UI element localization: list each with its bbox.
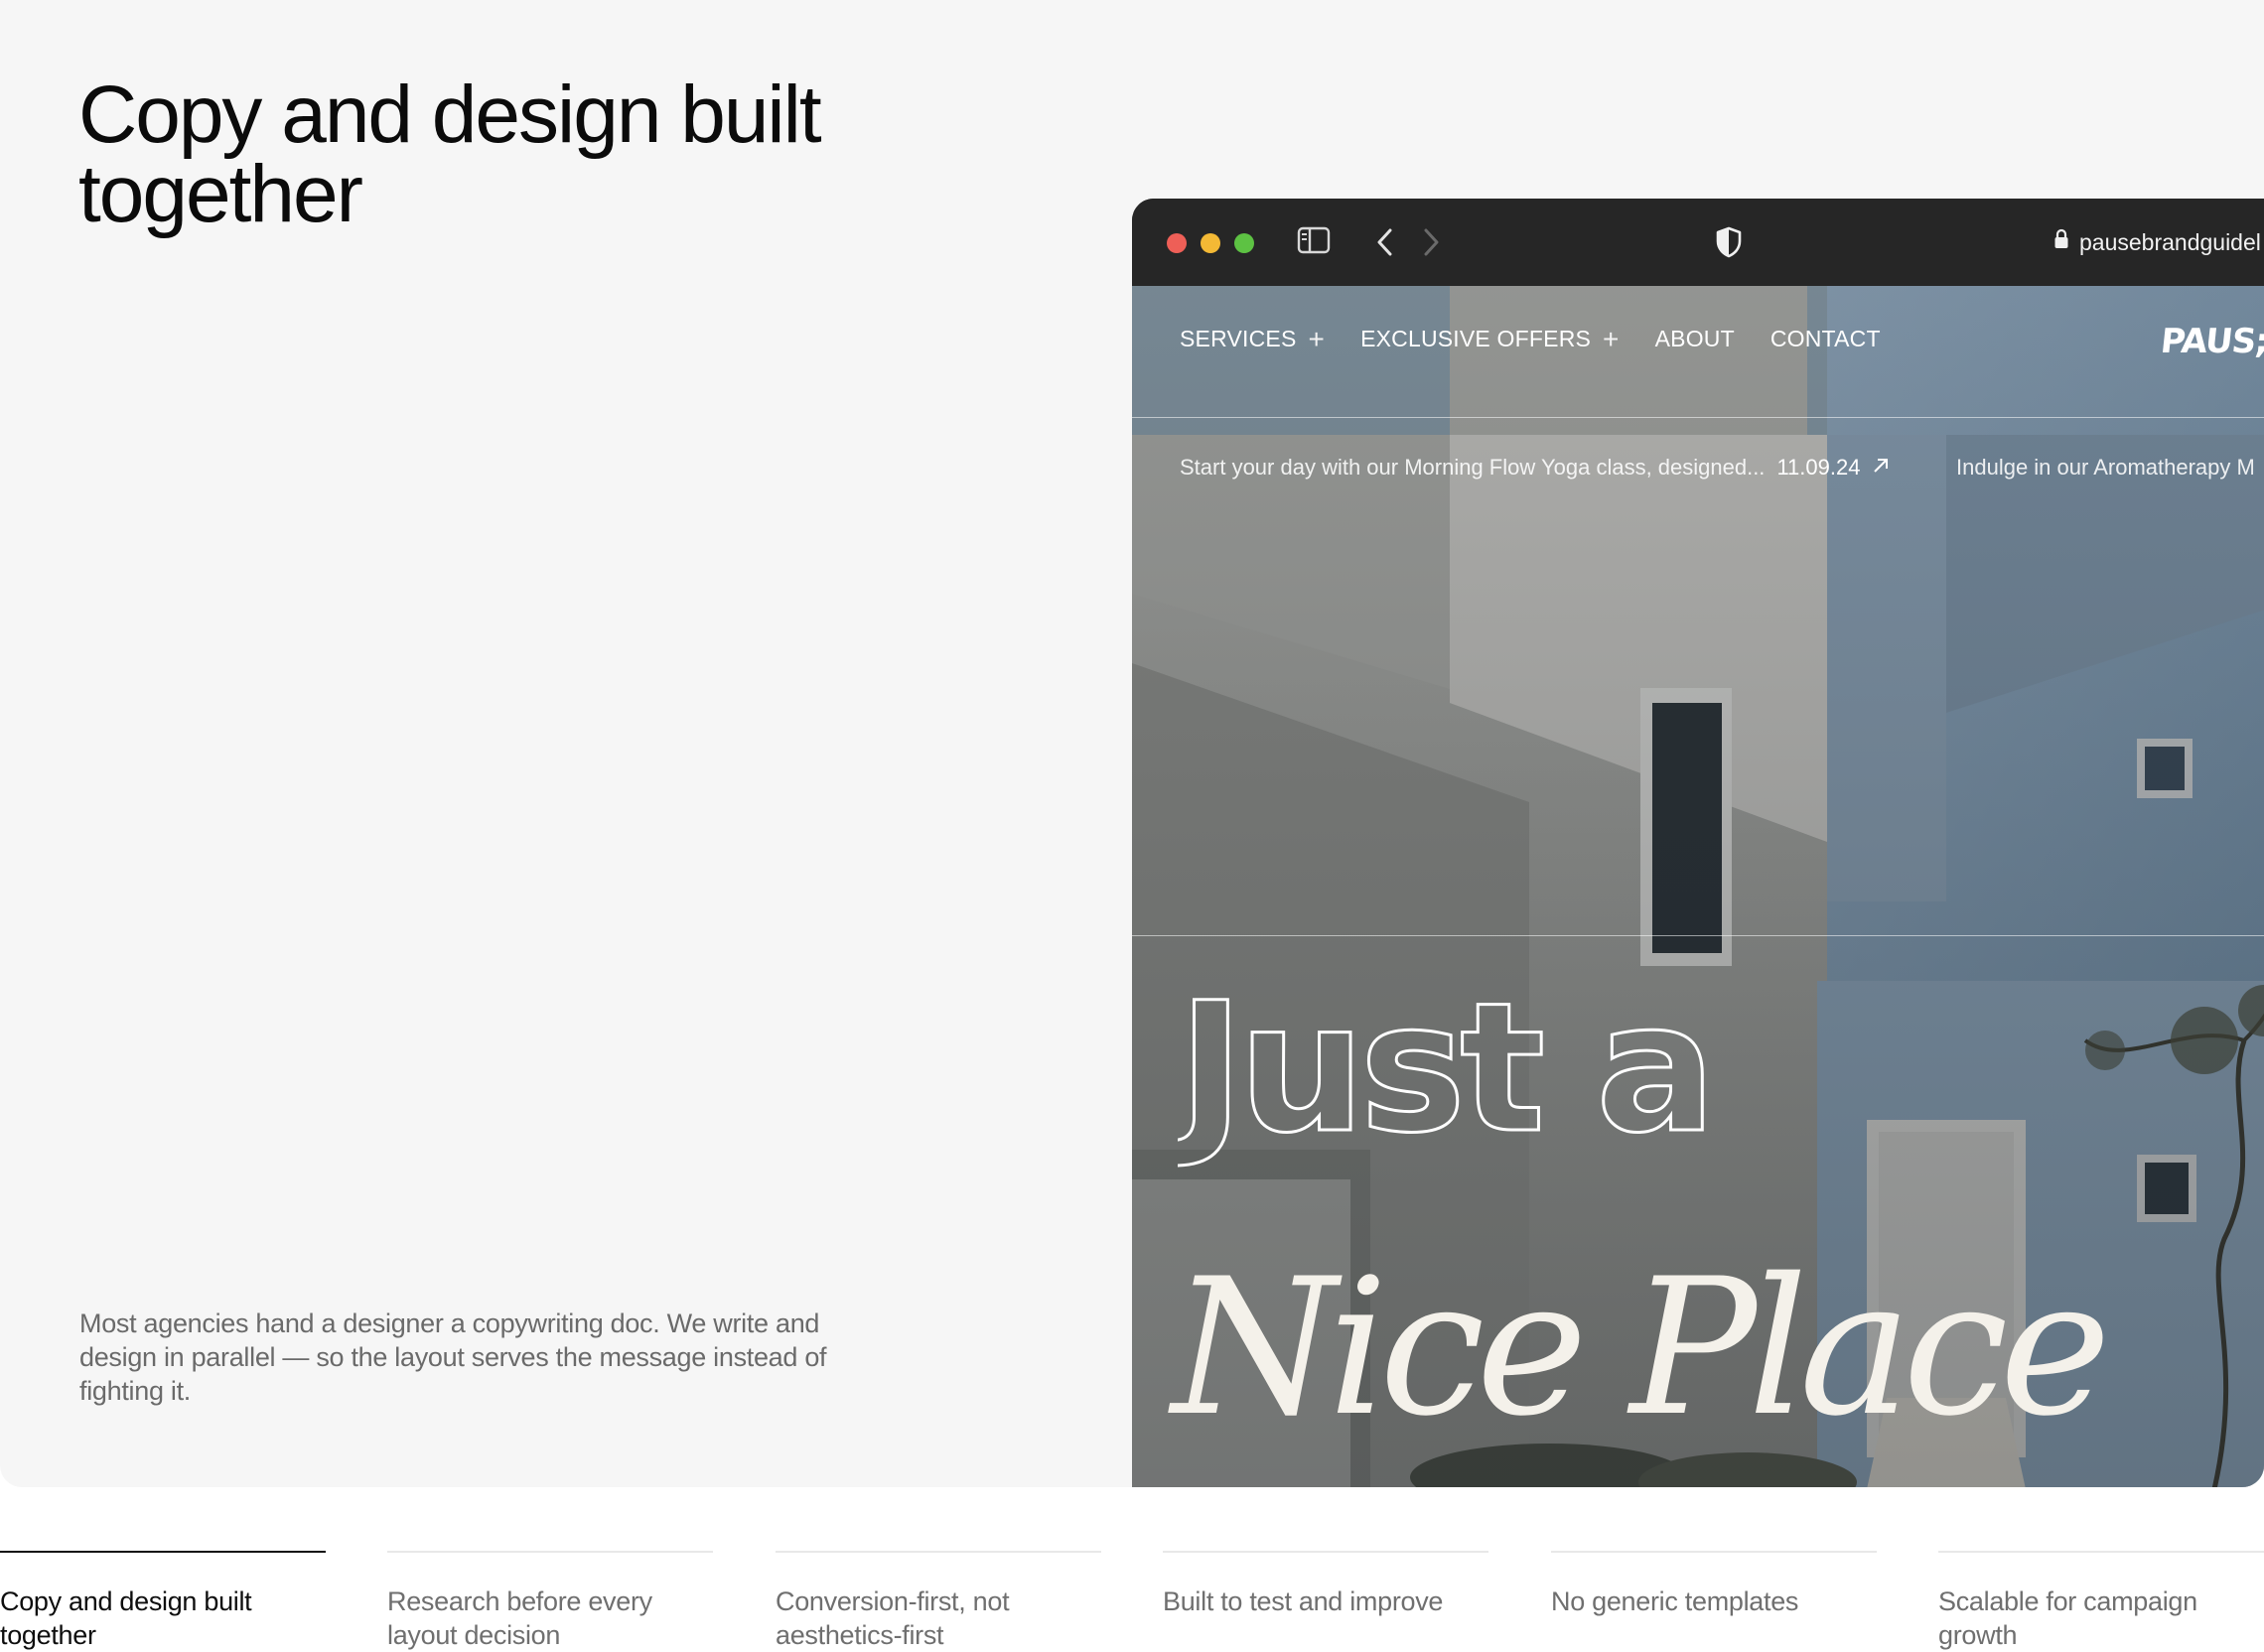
tab-indicator <box>0 1551 326 1553</box>
tab-no-generic-templates[interactable]: No generic templates <box>1551 1551 1877 1618</box>
hero-line-1: Just a <box>1178 971 1710 1170</box>
tab-scalable[interactable]: Scalable for campaign growth <box>1938 1551 2264 1652</box>
nav-item-label: ABOUT <box>1654 326 1735 351</box>
hero-divider <box>1132 935 2264 936</box>
back-icon[interactable] <box>1372 224 1398 265</box>
lock-icon <box>2053 228 2069 256</box>
tab-indicator <box>1551 1551 1877 1553</box>
tab-built-to-test[interactable]: Built to test and improve <box>1163 1551 1488 1618</box>
feature-description: Most agencies hand a designer a copywrit… <box>79 1308 827 1406</box>
close-window-dot[interactable] <box>1167 233 1187 253</box>
shield-icon[interactable] <box>1714 224 1744 265</box>
news-ticker-item[interactable]: Start your day with our Morning Flow Yog… <box>1180 455 1890 481</box>
nav-item-services[interactable]: SERVICES + <box>1180 323 1326 354</box>
tab-label: Copy and design built together <box>0 1586 252 1650</box>
tab-indicator <box>1163 1551 1488 1553</box>
tab-label: No generic templates <box>1551 1586 1799 1616</box>
feature-title: Copy and design built together <box>78 69 822 239</box>
tab-indicator <box>387 1551 713 1553</box>
maximize-window-dot[interactable] <box>1234 233 1254 253</box>
sidebar-icon[interactable] <box>1297 224 1331 261</box>
browser-toolbar: pausebrandguidel <box>1132 199 2264 286</box>
website-nav: SERVICES + EXCLUSIVE OFFERS + ABOUT CONT… <box>1180 323 1881 354</box>
feature-tabs: Copy and design built together Research … <box>0 1551 2264 1652</box>
tab-copy-and-design[interactable]: Copy and design built together <box>0 1551 326 1652</box>
nav-item-contact[interactable]: CONTACT <box>1770 326 1881 352</box>
website-viewport: SERVICES + EXCLUSIVE OFFERS + ABOUT CONT… <box>1132 286 2264 1487</box>
tab-label: Scalable for campaign growth <box>1938 1586 2197 1650</box>
tab-label: Conversion-first, not aesthetics-first <box>776 1586 1010 1650</box>
nav-divider <box>1132 417 2264 418</box>
nav-item-label: CONTACT <box>1769 326 1881 351</box>
hero-headline-outline: Just a <box>1178 971 1718 1170</box>
tab-label: Research before every layout decision <box>387 1586 652 1650</box>
minimize-window-dot[interactable] <box>1201 233 1220 253</box>
address-bar[interactable]: pausebrandguidel <box>2053 224 2261 260</box>
tab-research[interactable]: Research before every layout decision <box>387 1551 713 1652</box>
tab-indicator <box>1938 1551 2264 1553</box>
tab-conversion-first[interactable]: Conversion-first, not aesthetics-first <box>776 1551 1101 1652</box>
hero-line-2: Nice Place <box>1172 1238 2111 1457</box>
browser-mockup: pausebrandguidel SERVICES + EXCLUSIVE OF… <box>1132 199 2264 1487</box>
nav-item-label: EXCLUSIVE OFFERS <box>1360 326 1592 351</box>
ticker-text: Start your day with our Morning Flow Yog… <box>1180 455 1766 480</box>
nav-item-exclusive-offers[interactable]: EXCLUSIVE OFFERS + <box>1360 323 1620 354</box>
address-bar-url: pausebrandguidel <box>2079 228 2261 255</box>
nav-item-label: SERVICES <box>1180 326 1297 351</box>
ticker-date: 11.09.24 <box>1776 455 1861 480</box>
site-logo[interactable]: PAUS; <box>2159 322 2264 361</box>
arrow-up-right-icon <box>1872 455 1890 481</box>
tab-indicator <box>776 1551 1101 1553</box>
plus-icon: + <box>1308 323 1326 354</box>
nav-item-about[interactable]: ABOUT <box>1655 326 1735 352</box>
tab-label: Built to test and improve <box>1163 1586 1444 1616</box>
feature-card: Copy and design built together Most agen… <box>0 0 2264 1487</box>
forward-icon[interactable] <box>1418 224 1444 265</box>
plus-icon: + <box>1603 323 1620 354</box>
news-ticker-item[interactable]: Indulge in our Aromatherapy M <box>1956 455 2255 481</box>
